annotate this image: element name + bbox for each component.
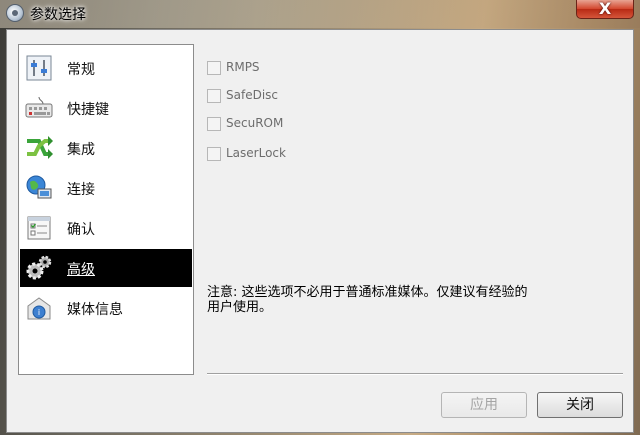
sidebar-item-label: 连接 <box>67 182 95 198</box>
advanced-note: 注意: 这些选项不必用于普通标准媒体。仅建议有经验的 用户使用。 <box>207 285 597 315</box>
title-bar: 参数选择 X <box>0 0 640 28</box>
apply-button[interactable]: 应用 <box>441 392 527 418</box>
gears-icon <box>25 254 53 282</box>
sidebar-item-integration[interactable]: 集成 <box>20 129 192 167</box>
window-title: 参数选择 <box>30 7 86 23</box>
app-settings-icon <box>6 4 24 22</box>
network-globe-icon <box>25 174 53 202</box>
category-list: 常规 快捷键 集成 连接 确认 高级 i 媒体信息 <box>18 44 194 375</box>
checkbox-label: RMPS <box>226 60 260 74</box>
checkbox-box[interactable] <box>207 147 221 161</box>
sidebar-item-advanced[interactable]: 高级 <box>20 249 192 287</box>
sliders-icon <box>25 54 53 82</box>
note-line: 用户使用。 <box>207 300 273 315</box>
integration-arrows-icon <box>25 134 53 162</box>
keyboard-icon <box>25 94 53 122</box>
checkbox-box[interactable] <box>207 61 221 75</box>
sidebar-item-label: 快捷键 <box>67 102 109 118</box>
media-info-icon: i <box>25 294 53 322</box>
checkbox-box[interactable] <box>207 89 221 103</box>
sidebar-item-connection[interactable]: 连接 <box>20 169 192 207</box>
checkbox-label: SecuROM <box>226 116 284 130</box>
window-close-button[interactable]: X <box>576 0 634 19</box>
sidebar-item-label: 常规 <box>67 62 95 78</box>
svg-text:i: i <box>38 308 40 317</box>
sidebar-item-media-info[interactable]: i 媒体信息 <box>20 289 192 327</box>
checkbox-label: LaserLock <box>226 146 286 160</box>
preferences-dialog: 常规 快捷键 集成 连接 确认 高级 i 媒体信息 RMPS SafeDisc … <box>6 29 634 433</box>
sidebar-item-shortcuts[interactable]: 快捷键 <box>20 89 192 127</box>
sidebar-item-label: 高级 <box>67 262 95 278</box>
note-line: 注意: 这些选项不必用于普通标准媒体。仅建议有经验的 <box>207 285 528 300</box>
sidebar-item-general[interactable]: 常规 <box>20 49 192 87</box>
sidebar-item-label: 确认 <box>67 222 95 238</box>
checkbox-box[interactable] <box>207 117 221 131</box>
sidebar-item-label: 媒体信息 <box>67 302 123 318</box>
sidebar-item-label: 集成 <box>67 142 95 158</box>
sidebar-item-confirm[interactable]: 确认 <box>20 209 192 247</box>
close-button[interactable]: 关闭 <box>537 392 623 418</box>
footer-divider <box>207 373 623 375</box>
confirm-list-icon <box>25 214 53 242</box>
checkbox-label: SafeDisc <box>226 88 279 102</box>
